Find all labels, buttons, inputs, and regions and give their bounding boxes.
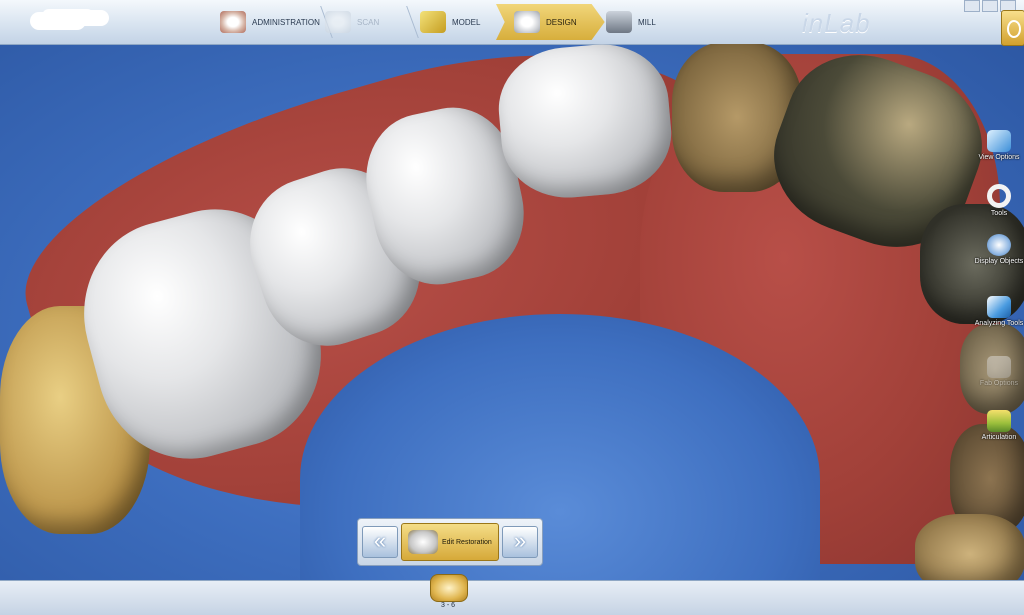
view-options-label: View Options [978,154,1020,161]
edit-restoration-icon [408,530,438,554]
articulation-button[interactable]: Articulation [974,410,1024,441]
step-model[interactable]: MODEL [420,8,480,36]
model-icon [420,11,446,33]
restore-icon[interactable] [982,0,998,12]
step-scan[interactable]: SCAN [325,8,379,36]
view-options-button[interactable]: View Options [974,130,1024,161]
phase-navigator: « Edit Restoration » [357,518,543,566]
workflow-bar: ADMINISTRATION SCAN MODEL DESIGN MILL in… [0,0,1024,46]
next-phase-button[interactable]: » [502,526,538,558]
display-objects-label: Display Objects [974,258,1024,265]
scan-icon [325,11,351,33]
cloud-decoration [30,12,86,30]
system-menu-button[interactable] [1001,10,1024,46]
analyzing-tools-button[interactable]: Analyzing Tools [974,296,1024,327]
step-design-label: DESIGN [546,17,577,27]
step-mill[interactable]: MILL [606,8,656,36]
brand-logo: inLab [802,8,871,38]
restoration-bar [0,580,1024,615]
step-design[interactable]: DESIGN [496,4,605,40]
tools-label: Tools [990,210,1008,217]
restoration-thumbnail[interactable] [430,574,468,602]
analyzing-tools-icon [987,296,1011,318]
display-objects-button[interactable]: Display Objects [974,234,1024,265]
analyzing-tools-label: Analyzing Tools [974,320,1024,327]
3d-viewport[interactable] [0,44,1024,580]
tools-icon [987,184,1011,208]
step-scan-label: SCAN [357,17,380,27]
view-options-icon [987,130,1011,152]
display-objects-icon [987,234,1011,256]
step-mill-label: MILL [638,17,656,27]
fab-options-label: Fab Options [979,380,1019,387]
natural-tooth [915,514,1024,580]
mill-icon [606,11,632,33]
articulation-label: Articulation [981,434,1017,441]
design-icon [514,11,540,33]
step-administration[interactable]: ADMINISTRATION [220,8,320,36]
step-separator [392,6,419,38]
restoration-label: 3 - 6 [440,602,455,609]
step-administration-label: ADMINISTRATION [252,17,320,27]
articulation-icon [987,410,1011,432]
edit-restoration-label: Edit Restoration [442,538,492,546]
previous-phase-button[interactable]: « [362,526,398,558]
fab-options-button[interactable]: Fab Options [974,356,1024,387]
minimize-icon[interactable] [964,0,980,12]
fab-options-icon [987,356,1011,378]
edit-restoration-button[interactable]: Edit Restoration [401,523,499,561]
tools-button[interactable]: Tools [974,184,1024,217]
step-model-label: MODEL [452,17,481,27]
teeth-icon [220,11,246,33]
